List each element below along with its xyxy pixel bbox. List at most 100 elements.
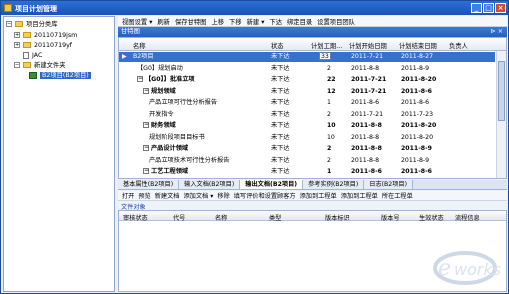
task-name: − 工艺工程领域 [143,167,188,177]
tree-node-label: JAC [32,52,43,59]
table-row[interactable]: − 财务领域 未下达 10 2011-8-8 2011-8-20 [119,121,495,131]
col-version-id[interactable]: 版本标识 [325,213,350,222]
tab-2[interactable]: 输入文档(B2项目) [179,180,241,189]
scroll-thumb[interactable] [498,61,505,121]
col-review[interactable]: 审核状态 [123,213,148,222]
table-row[interactable]: 规划阶段项目目标书 未下达 10 2011-8-8 2011-8-20 [119,133,495,143]
task-duration: 10 [327,133,335,141]
table-row[interactable]: 【G0】规划启动 未下达 2 2011-8-8 2011-8-9 [119,64,495,74]
tab-5[interactable]: 日志(B2项目) [364,180,413,189]
collapse-icon[interactable]: − [143,87,149,94]
task-name-text: 规划阶段项目目标书 [149,133,205,141]
workorder-button[interactable]: 所在工程单 [382,191,413,200]
task-status: 未下达 [271,110,290,118]
task-grid: 名称 状态 计划工期... 计划开始日期 计划结束日期 负责人 ▶ B2项目 未下达… [118,37,507,179]
move-up-button[interactable]: 上移 [211,17,224,26]
tree-root[interactable]: − 项目分类库 [6,20,58,29]
maximize-button[interactable]: □ [483,3,494,13]
task-duration: 12 [327,87,336,95]
evaluate-button[interactable]: 填写评价和设置顾客方 [234,191,296,200]
refresh-button[interactable]: 刷新 [157,17,170,26]
collapse-icon[interactable]: − [137,76,143,82]
task-start: 2011-7-21 [351,53,384,60]
vertical-scrollbar[interactable] [496,51,506,178]
task-status: 未下达 [271,168,290,175]
tree-node[interactable]: + 20110719jsm [14,31,77,40]
title-bar[interactable]: 项目计划管理 _ □ × [1,1,508,15]
add-to-workorder-button-2[interactable]: 添加到工程单 [341,191,378,200]
table-row[interactable]: − 产品设计领域 未下达 2 2011-8-8 2011-8-9 [119,144,495,154]
col-version[interactable]: 版本号 [381,213,400,222]
tab-4[interactable]: 参考实例(B2项目) [303,180,365,189]
col-start[interactable]: 计划开始日期 [349,41,387,50]
add-doc-menu[interactable]: 添加文档 ▾ [184,191,214,200]
collapse-icon[interactable]: − [143,122,149,128]
pin-close-icon[interactable]: ⊳ × [490,27,503,37]
set-team-button[interactable]: 设置项目团队 [317,17,355,26]
move-down-button[interactable]: 下移 [229,17,242,26]
task-name-text: B2项目 [133,53,154,60]
col-workflow[interactable]: 流程信息 [455,213,480,222]
detail-tabs: 基本属性(B2项目) 输入文档(B2项目) 输出文档(B2项目) 参考实例(B2项目)… [118,180,507,190]
folder-icon [23,32,32,38]
col-duration[interactable]: 计划工期... [311,41,342,50]
table-row[interactable]: 产品立项技术可行性分析报告 未下达 2 2011-8-8 2011-8-9 [119,156,495,166]
table-row[interactable]: ▶ B2项目 未下达 33 2011-7-21 2011-8-27 [119,52,495,62]
tree-node-label: 新建文件夹 [34,62,66,69]
new-doc-button[interactable]: 新建文档 [155,191,180,200]
collapse-icon[interactable]: − [14,62,20,68]
expand-icon[interactable]: + [14,32,20,38]
col-name[interactable]: 名称 [133,41,146,50]
col-docname[interactable]: 名称 [215,213,227,222]
table-row[interactable]: 开发指令 未下达 2 2011-7-21 2011-7-23 [119,110,495,120]
col-effective[interactable]: 生效状态 [419,213,444,222]
tree-node-selected[interactable]: B2项目(B2项目) [28,71,91,80]
task-status: 未下达 [271,53,290,60]
task-status: 未下达 [271,145,290,152]
col-status[interactable]: 状态 [271,41,284,50]
col-code[interactable]: 代号 [173,213,185,222]
task-end: 2011-8-6 [401,168,432,175]
collapse-icon[interactable]: − [6,21,12,27]
new-menu[interactable]: 新建 ▾ [247,17,265,26]
table-row[interactable]: − 规划领域 未下达 12 2011-7-21 2011-8-6 [119,87,495,97]
expand-icon[interactable]: + [14,42,20,48]
task-status: 未下达 [271,64,290,72]
table-row[interactable]: 产品立项可行性分析报告 未下达 1 2011-8-6 2011-8-6 [119,98,495,108]
release-button[interactable]: 下达 [269,17,282,26]
remove-button[interactable]: 移除 [217,191,229,200]
col-type[interactable]: 类型 [269,213,281,222]
task-duration: 2 [327,156,331,164]
col-end[interactable]: 计划结束日期 [399,41,437,50]
tree-node[interactable]: JAC [22,51,42,60]
tree-node[interactable]: − 新建文件夹 [14,61,66,70]
tab-1[interactable]: 基本属性(B2项目) [118,180,180,189]
task-duration: 1 [327,99,331,106]
task-status: 未下达 [271,133,290,141]
duration-spinbox[interactable]: 33 [319,52,331,60]
preview-button[interactable]: 预览 [138,191,150,200]
open-button[interactable]: 打开 [122,191,134,200]
minimize-button[interactable]: _ [471,3,482,13]
task-name-text: 工艺工程领域 [151,168,189,175]
row-pointer-icon: ▶ [122,53,127,60]
tree-node[interactable]: + 20110719yf [14,41,72,50]
table-row[interactable]: − 【G0】】批准立项 未下达 22 2011-7-21 2011-8-20 [119,75,495,85]
add-to-workorder-button[interactable]: 添加到工程单 [300,191,337,200]
save-gantt-button[interactable]: 保存甘特图 [175,17,206,26]
collapse-icon[interactable]: − [143,168,149,174]
table-row[interactable]: − 工艺工程领域 未下达 1 2011-8-6 2011-8-6 [119,167,495,177]
tree-root-label: 项目分类库 [26,21,58,28]
view-settings-menu[interactable]: 视图设置 ▾ [122,17,152,26]
task-name: − 【G0】】批准立项 [137,75,195,85]
collapse-icon[interactable]: − [143,145,149,151]
task-start: 2011-8-8 [351,64,380,72]
task-start: 2011-8-6 [351,99,380,106]
task-duration[interactable]: 33 [319,52,331,62]
grid-header: 名称 状态 计划工期... 计划开始日期 计划结束日期 负责人 [119,38,506,51]
bind-catalog-button[interactable]: 绑定目录 [287,17,312,26]
task-start: 2011-7-21 [351,110,384,118]
close-button[interactable]: × [495,3,506,13]
col-owner[interactable]: 负责人 [449,41,468,50]
tab-3[interactable]: 输出文档(B2项目) [240,180,304,189]
